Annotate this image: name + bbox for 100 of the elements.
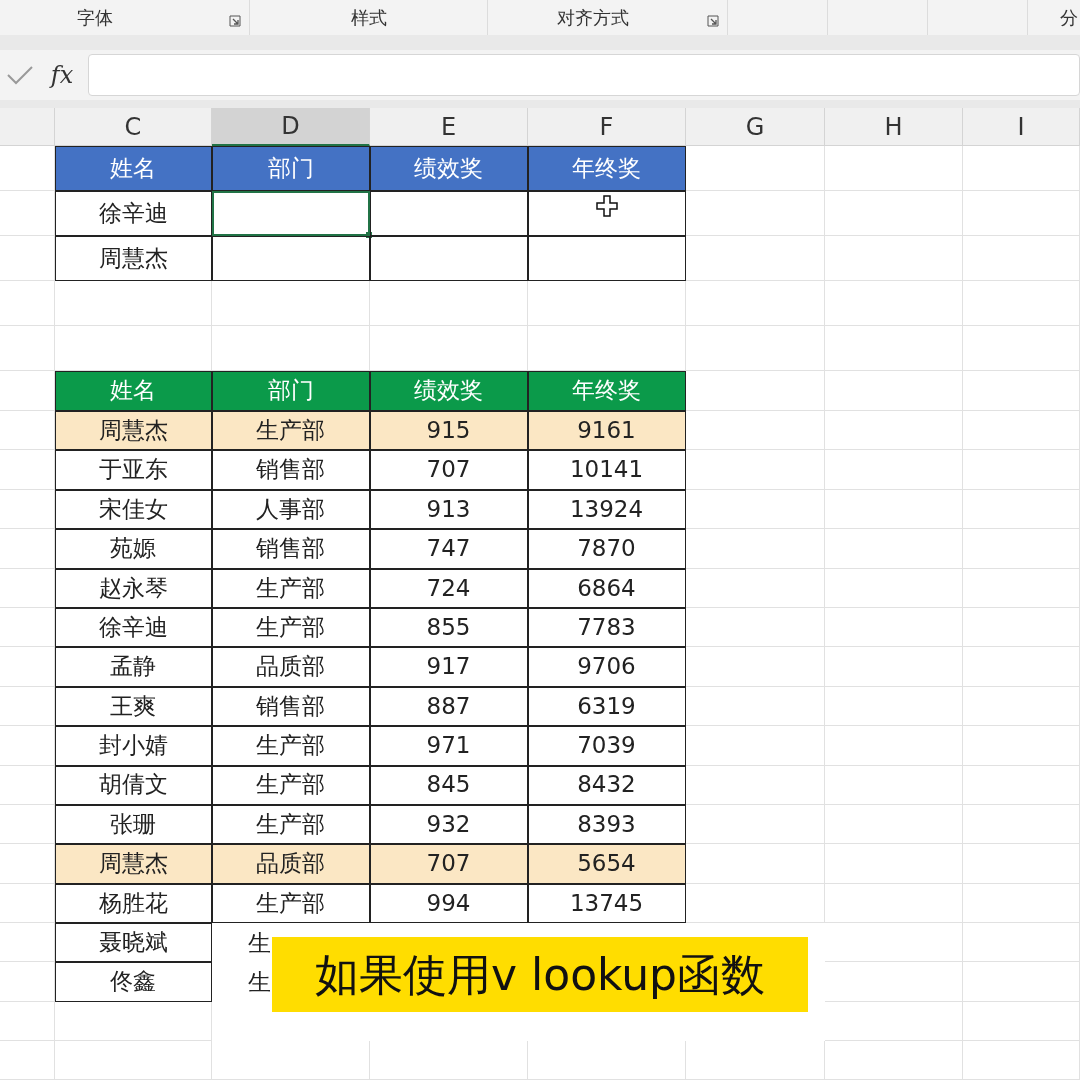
empty-cell[interactable] <box>963 146 1080 191</box>
table-cell[interactable]: 徐辛迪 <box>55 191 212 236</box>
row-header[interactable] <box>0 1040 55 1080</box>
column-header[interactable]: D <box>212 108 370 146</box>
empty-cell[interactable] <box>825 883 963 924</box>
empty-cell[interactable] <box>686 529 825 569</box>
row-header[interactable] <box>0 450 55 490</box>
column-header[interactable]: H <box>825 108 963 146</box>
empty-cell[interactable] <box>686 607 825 648</box>
empty-cell[interactable] <box>825 726 963 766</box>
empty-cell[interactable] <box>963 411 1080 451</box>
empty-cell[interactable] <box>55 1040 212 1080</box>
empty-cell[interactable] <box>963 647 1080 687</box>
empty-cell[interactable] <box>963 568 1080 608</box>
empty-cell[interactable] <box>963 726 1080 766</box>
row-header[interactable] <box>0 726 55 766</box>
table-cell[interactable] <box>212 236 370 281</box>
empty-cell[interactable] <box>963 607 1080 648</box>
row-header[interactable] <box>0 191 55 236</box>
function-button[interactable]: fx <box>42 57 82 93</box>
empty-cell[interactable] <box>370 281 528 326</box>
empty-cell[interactable] <box>825 1001 963 1041</box>
empty-cell[interactable] <box>963 450 1080 490</box>
row-header[interactable] <box>0 568 55 608</box>
empty-cell[interactable] <box>963 883 1080 924</box>
empty-cell[interactable] <box>825 1040 963 1080</box>
empty-cell[interactable] <box>963 765 1080 805</box>
empty-cell[interactable] <box>825 529 963 569</box>
empty-cell[interactable] <box>825 236 963 281</box>
empty-cell[interactable] <box>825 411 963 451</box>
empty-cell[interactable] <box>686 883 825 924</box>
row-header[interactable] <box>0 804 55 845</box>
row-header[interactable] <box>0 962 55 1002</box>
empty-cell[interactable] <box>963 923 1080 963</box>
row-header[interactable] <box>0 236 55 281</box>
empty-cell[interactable] <box>963 326 1080 371</box>
row-header[interactable] <box>0 607 55 648</box>
empty-cell[interactable] <box>686 236 825 281</box>
empty-cell[interactable] <box>825 962 963 1002</box>
row-header[interactable] <box>0 281 55 326</box>
empty-cell[interactable] <box>825 146 963 191</box>
dialog-launcher-icon[interactable] <box>707 15 719 27</box>
table-cell[interactable] <box>370 191 528 236</box>
table-cell[interactable] <box>212 191 370 236</box>
empty-cell[interactable] <box>963 962 1080 1002</box>
empty-cell[interactable] <box>686 326 825 371</box>
row-header[interactable] <box>0 765 55 805</box>
empty-cell[interactable] <box>686 489 825 530</box>
empty-cell[interactable] <box>686 686 825 727</box>
empty-cell[interactable] <box>55 281 212 326</box>
row-header[interactable] <box>0 686 55 727</box>
empty-cell[interactable] <box>212 281 370 326</box>
empty-cell[interactable] <box>825 326 963 371</box>
empty-cell[interactable] <box>825 489 963 530</box>
empty-cell[interactable] <box>963 1001 1080 1041</box>
empty-cell[interactable] <box>963 804 1080 845</box>
empty-cell[interactable] <box>963 236 1080 281</box>
row-header[interactable] <box>0 529 55 569</box>
empty-cell[interactable] <box>825 450 963 490</box>
empty-cell[interactable] <box>963 371 1080 411</box>
empty-cell[interactable] <box>686 568 825 608</box>
empty-cell[interactable] <box>370 1040 528 1080</box>
empty-cell[interactable] <box>963 844 1080 884</box>
empty-cell[interactable] <box>825 923 963 963</box>
row-header[interactable] <box>0 1001 55 1041</box>
row-header[interactable] <box>0 923 55 963</box>
empty-cell[interactable] <box>963 281 1080 326</box>
empty-cell[interactable] <box>686 726 825 766</box>
check-icon[interactable] <box>6 64 34 86</box>
empty-cell[interactable] <box>686 281 825 326</box>
dialog-launcher-icon[interactable] <box>229 15 241 27</box>
column-header[interactable]: I <box>963 108 1080 146</box>
table-cell[interactable]: 周慧杰 <box>55 236 212 281</box>
empty-cell[interactable] <box>825 371 963 411</box>
empty-cell[interactable] <box>686 450 825 490</box>
empty-cell[interactable] <box>686 804 825 845</box>
empty-cell[interactable] <box>528 281 686 326</box>
empty-cell[interactable] <box>825 607 963 648</box>
select-all-corner[interactable] <box>0 108 55 146</box>
empty-cell[interactable] <box>963 1040 1080 1080</box>
column-header[interactable]: C <box>55 108 212 146</box>
empty-cell[interactable] <box>686 765 825 805</box>
empty-cell[interactable] <box>825 844 963 884</box>
table-cell[interactable] <box>370 236 528 281</box>
column-header[interactable]: E <box>370 108 528 146</box>
row-header[interactable] <box>0 883 55 924</box>
empty-cell[interactable] <box>686 1040 825 1080</box>
formula-input[interactable] <box>88 54 1080 96</box>
empty-cell[interactable] <box>825 281 963 326</box>
empty-cell[interactable] <box>55 1001 212 1041</box>
row-header[interactable] <box>0 326 55 371</box>
table-cell[interactable] <box>528 191 686 236</box>
empty-cell[interactable] <box>212 1040 370 1080</box>
empty-cell[interactable] <box>825 191 963 236</box>
row-header[interactable] <box>0 647 55 687</box>
empty-cell[interactable] <box>825 804 963 845</box>
empty-cell[interactable] <box>963 191 1080 236</box>
empty-cell[interactable] <box>686 191 825 236</box>
row-header[interactable] <box>0 489 55 530</box>
empty-cell[interactable] <box>825 765 963 805</box>
